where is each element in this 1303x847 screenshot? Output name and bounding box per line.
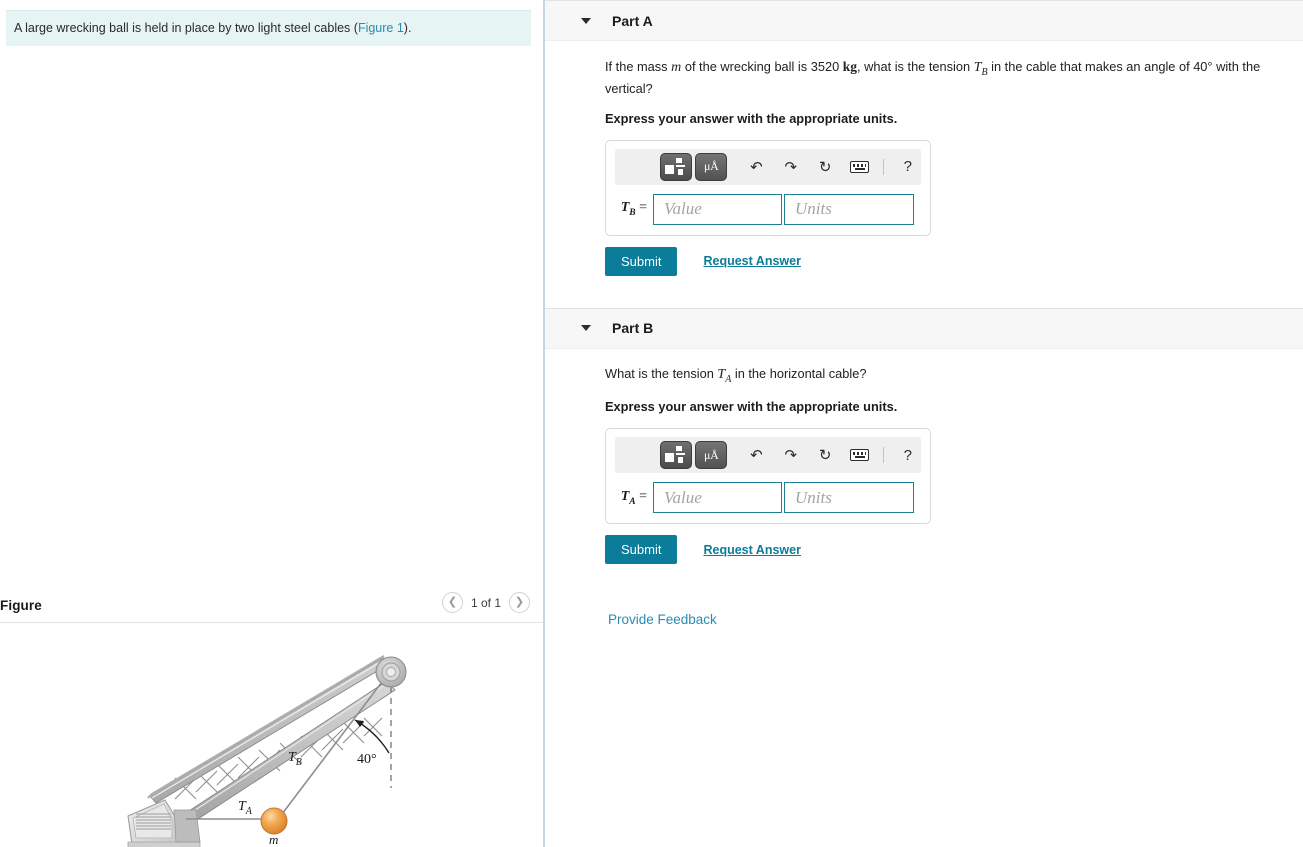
crane-diagram-svg: 40° TB TA m [127, 655, 407, 847]
toolbar-separator [882, 447, 884, 464]
part-b-answer-box: μÅ ↶ ↷ ↻ ? TA = [605, 428, 931, 525]
q-var-ta: TA [717, 366, 732, 385]
part-a-body: If the mass m of the wrecking ball is 35… [545, 41, 1303, 308]
figure-panel-title: Figure [0, 597, 42, 613]
q-seg-3: , what is the tension [857, 59, 974, 74]
part-a-units-input[interactable] [784, 193, 914, 225]
keyboard-icon[interactable] [846, 154, 872, 180]
q-var-tb: TB [973, 60, 988, 78]
part-a-actions: Submit Request Answer [605, 246, 1303, 276]
math-template-icon[interactable] [660, 152, 693, 181]
part-a-request-answer-link[interactable]: Request Answer [703, 254, 800, 268]
boom-upper-chord [149, 657, 390, 804]
problem-text-before: A large wrecking ball is held in place b… [14, 20, 358, 35]
units-icon-label: μÅ [703, 447, 719, 462]
problem-statement-banner: A large wrecking ball is held in place b… [6, 10, 531, 46]
units-icon-label: μÅ [703, 159, 719, 174]
part-a-label: Part A [612, 12, 653, 29]
toolbar-separator [882, 158, 884, 175]
part-b-question: What is the tension TA in the horizontal… [605, 349, 1303, 387]
part-b-header[interactable]: Part B [545, 307, 1303, 349]
part-b-actions: Submit Request Answer [605, 535, 1303, 565]
wrecking-ball [260, 807, 288, 835]
angle-annotation [354, 719, 390, 754]
q-seg-2: of the wrecking ball is 3520 [681, 59, 843, 74]
figure-page-label: 1 of 1 [470, 595, 501, 610]
part-b-value-input[interactable] [653, 482, 782, 514]
caret-down-icon[interactable] [581, 17, 591, 24]
part-a-field-label: TB = [620, 200, 647, 219]
chevron-right-icon[interactable]: ❯ [509, 592, 530, 613]
part-b-request-answer-link[interactable]: Request Answer [703, 543, 800, 557]
help-question-icon[interactable]: ? [895, 154, 921, 180]
q-seg-1: If the mass [605, 59, 672, 74]
part-b-toolbar: μÅ ↶ ↷ ↻ ? [615, 437, 921, 474]
part-a-toolbar: μÅ ↶ ↷ ↻ ? [615, 148, 921, 185]
undo-arrow-icon[interactable]: ↶ [743, 442, 769, 468]
part-b-submit-button[interactable]: Submit [605, 535, 678, 565]
figure-divider [0, 622, 543, 623]
help-question-icon[interactable]: ? [895, 442, 921, 468]
part-b-field-row: TA = [615, 482, 921, 514]
part-b-label: Part B [612, 320, 654, 337]
crane-base [127, 799, 201, 847]
part-a-value-input[interactable] [653, 193, 782, 225]
caret-down-icon[interactable] [581, 325, 591, 332]
exercise-page: A large wrecking ball is held in place b… [0, 0, 1303, 847]
q-var-m: m [671, 60, 682, 75]
redo-arrow-icon[interactable]: ↷ [778, 442, 804, 468]
undo-arrow-icon[interactable]: ↶ [743, 154, 769, 180]
q-seg-4: in the horizontal cable? [731, 365, 867, 381]
cable-ta-label: TA [238, 799, 253, 817]
part-b-body: What is the tension TA in the horizontal… [545, 349, 1303, 627]
chevron-left-icon[interactable]: ❮ [441, 592, 463, 613]
part-a-question: If the mass m of the wrecking ball is 35… [605, 41, 1303, 99]
angle-label: 40° [357, 752, 377, 767]
part-b-instruction: Express your answer with the appropriate… [605, 399, 898, 415]
pulley-icon [375, 656, 407, 688]
keyboard-icon[interactable] [846, 442, 872, 468]
part-a-instruction: Express your answer with the appropriate… [605, 110, 898, 126]
figure-pager: ❮ 1 of 1 ❯ [441, 592, 530, 613]
reset-circular-arrow-icon[interactable]: ↻ [812, 442, 838, 468]
part-b-field-label: TA = [620, 488, 647, 507]
problem-text-after: ). [403, 20, 412, 35]
figure-diagram: 40° TB TA m [0, 628, 543, 847]
provide-feedback-link[interactable]: Provide Feedback [608, 612, 1303, 627]
mass-label: m [269, 832, 278, 847]
micro-angstrom-units-icon[interactable]: μÅ [695, 441, 728, 470]
part-a-submit-button[interactable]: Submit [605, 246, 678, 276]
part-a-field-row: TB = [615, 193, 921, 225]
left-pane: A large wrecking ball is held in place b… [0, 0, 543, 847]
part-b-units-input[interactable] [784, 482, 914, 514]
math-template-icon[interactable] [660, 441, 693, 470]
right-pane: Part A If the mass m of the wrecking bal… [545, 0, 1303, 847]
q-seg-1: What is the tension [605, 365, 718, 381]
q-unit-kg: kg [842, 59, 858, 74]
part-a-answer-box: μÅ ↶ ↷ ↻ ? TB = [605, 139, 931, 236]
problem-statement-text: A large wrecking ball is held in place b… [14, 20, 411, 38]
redo-arrow-icon[interactable]: ↷ [778, 154, 804, 180]
figure-1-link[interactable]: Figure 1 [358, 21, 404, 35]
part-a-header[interactable]: Part A [545, 0, 1303, 41]
micro-angstrom-units-icon[interactable]: μÅ [695, 152, 728, 181]
reset-circular-arrow-icon[interactable]: ↻ [812, 154, 838, 180]
